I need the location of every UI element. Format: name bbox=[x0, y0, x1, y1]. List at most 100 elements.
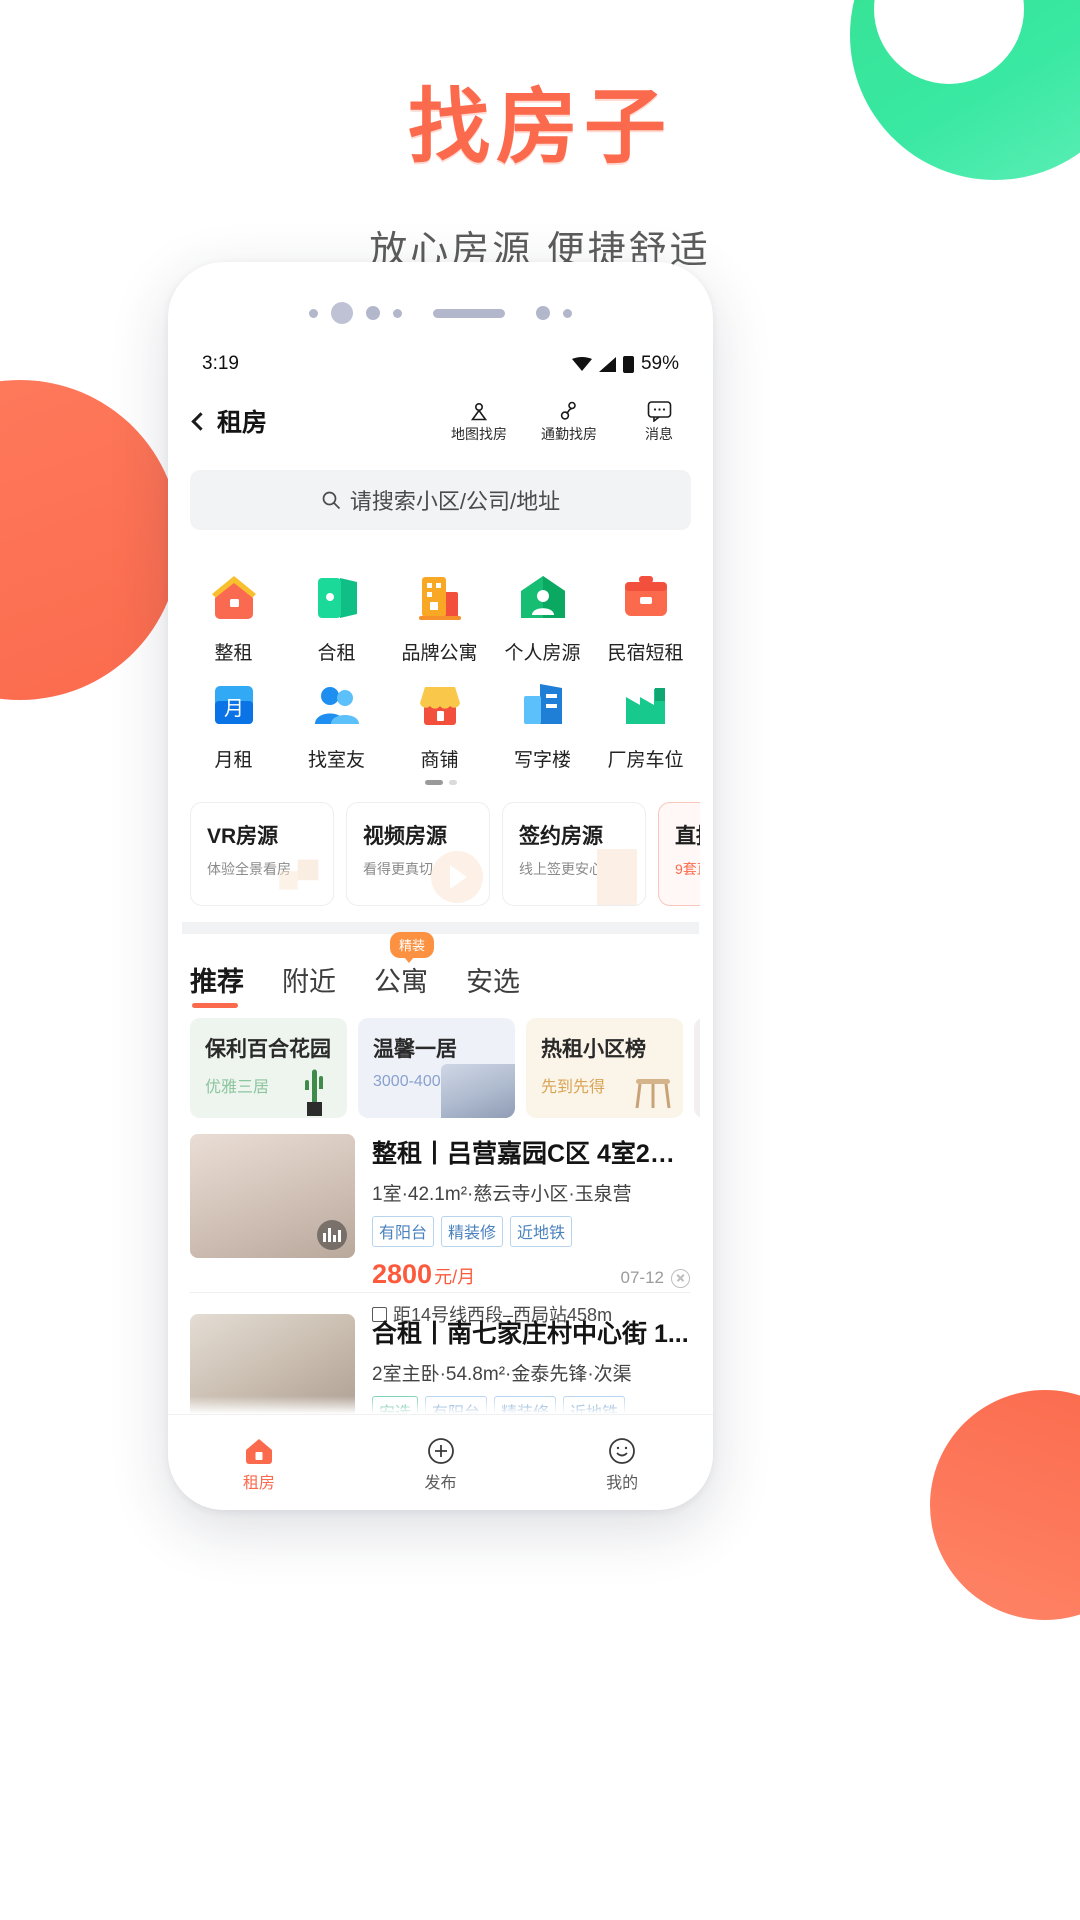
feature-card-live[interactable]: 直播房源 9套直播中 bbox=[658, 802, 700, 906]
play-decoration-icon bbox=[431, 851, 483, 903]
tabbar-item-rent[interactable]: 租房 bbox=[168, 1433, 350, 1493]
svg-text:月: 月 bbox=[224, 696, 244, 720]
search-input[interactable]: 请搜索小区/公司/地址 bbox=[190, 470, 691, 530]
promo-card-hot[interactable]: 热租小区榜 先到先得 bbox=[526, 1018, 683, 1118]
tab-nearby[interactable]: 附近 bbox=[282, 948, 336, 999]
grid-pager[interactable] bbox=[168, 772, 713, 790]
nav-action-message[interactable]: 消息 bbox=[627, 398, 691, 444]
video-bars-icon bbox=[317, 1220, 347, 1250]
back-button[interactable]: 租房 bbox=[190, 403, 267, 439]
notch-dot bbox=[393, 308, 402, 318]
listing-separator bbox=[190, 1292, 690, 1293]
category-label: 品牌公寓 bbox=[401, 643, 478, 664]
category-roommate[interactable]: 找室友 bbox=[285, 665, 388, 772]
tabbar-label: 租房 bbox=[242, 1474, 275, 1492]
hero-section: 找房子 放心房源 便捷舒适 bbox=[0, 60, 1080, 274]
listing-price-unit: 元/月 bbox=[434, 1267, 476, 1287]
promo-card-baoli[interactable]: 保利百合花园 优雅三居 bbox=[190, 1018, 347, 1118]
apartment-icon bbox=[412, 570, 468, 626]
map-pin-icon bbox=[447, 398, 511, 424]
contract-decoration-icon bbox=[597, 849, 637, 905]
section-divider bbox=[182, 922, 699, 934]
roommates-icon bbox=[309, 677, 365, 733]
cactus-illustration bbox=[305, 1069, 323, 1116]
nav-action-label: 通勤找房 bbox=[541, 426, 597, 442]
status-icons: 59% bbox=[571, 353, 679, 375]
tabbar-label: 发布 bbox=[424, 1474, 457, 1492]
feature-card-video[interactable]: 视频房源 看得更真切 bbox=[346, 802, 490, 906]
tab-label: 安选 bbox=[466, 967, 520, 997]
category-grid: 整租 合租 品牌公寓 个人房源 民宿短租 月 月租 找室友 商铺 写字楼 厂房车… bbox=[182, 558, 699, 772]
message-icon bbox=[627, 398, 691, 424]
status-bar: 3:19 59% bbox=[168, 342, 713, 386]
bottom-tab-bar: 租房 发布 我的 bbox=[168, 1414, 713, 1510]
close-icon[interactable] bbox=[671, 1268, 690, 1288]
promo-title: 温馨一居 bbox=[373, 1038, 457, 1061]
notch-dot bbox=[331, 302, 353, 324]
category-personal-listing[interactable]: 个人房源 bbox=[491, 558, 594, 665]
tab-recommend[interactable]: 推荐 bbox=[190, 948, 244, 1008]
nav-actions: 地图找房 通勤找房 消息 bbox=[447, 398, 691, 444]
tabbar-item-mine[interactable]: 我的 bbox=[531, 1433, 713, 1493]
feature-title: 视频房源 bbox=[363, 825, 447, 848]
feature-title: VR房源 bbox=[207, 825, 279, 848]
tab-apartment[interactable]: 精装 公寓 bbox=[374, 932, 435, 999]
listing-meta: 1室·42.1m²·慈云寺小区·玉泉营 bbox=[372, 1184, 632, 1205]
share-book-icon bbox=[309, 570, 365, 626]
feature-title: 签约房源 bbox=[519, 825, 603, 848]
listing-price: 2800 bbox=[372, 1259, 433, 1289]
commute-icon bbox=[537, 398, 601, 424]
person-house-icon bbox=[515, 570, 571, 626]
category-short-rent[interactable]: 民宿短租 bbox=[594, 558, 697, 665]
category-label: 整租 bbox=[214, 643, 253, 664]
nav-action-label: 地图找房 bbox=[451, 426, 507, 442]
category-zhengzu[interactable]: 整租 bbox=[182, 558, 285, 665]
suitcase-icon bbox=[618, 570, 674, 626]
nav-action-map[interactable]: 地图找房 bbox=[447, 398, 511, 444]
shop-icon bbox=[412, 677, 468, 733]
category-label: 厂房车位 bbox=[607, 750, 684, 771]
category-label: 合租 bbox=[317, 643, 356, 664]
decorative-left-blob bbox=[0, 380, 180, 700]
category-monthly[interactable]: 月 月租 bbox=[182, 665, 285, 772]
factory-icon bbox=[618, 677, 674, 733]
app-nav-bar: 租房 地图找房 通勤找房 消息 bbox=[168, 392, 713, 450]
content-fade bbox=[168, 1396, 713, 1414]
smiley-icon bbox=[531, 1433, 713, 1469]
phone-mockup: 3:19 59% 租房 地图找房 通勤找房 消息 请搜索小区/公司/地址 整租 … bbox=[168, 262, 713, 1510]
feature-card-contract[interactable]: 签约房源 线上签更安心 bbox=[502, 802, 646, 906]
tabbar-item-publish[interactable]: 发布 bbox=[350, 1433, 532, 1493]
listing-tags: 有阳台 精装修 近地铁 bbox=[372, 1216, 690, 1247]
category-office[interactable]: 写字楼 bbox=[491, 665, 594, 772]
search-placeholder: 请搜索小区/公司/地址 bbox=[349, 489, 561, 514]
tab-anxuan[interactable]: 安选 bbox=[466, 948, 520, 999]
nav-action-commute[interactable]: 通勤找房 bbox=[537, 398, 601, 444]
listing-title: 整租丨吕营嘉园C区 4室2厅... bbox=[372, 1140, 690, 1168]
screenshot-root: 找房子 放心房源 便捷舒适 3:19 59% 租房 地图找房 通勤找房 消息 请… bbox=[0, 0, 1080, 1920]
house-icon bbox=[206, 570, 262, 626]
listing-tag: 有阳台 bbox=[372, 1216, 435, 1247]
listing-tag: 近地铁 bbox=[510, 1216, 573, 1247]
feature-card-row: VR房源 体验全景看房 视频房源 看得更真切 签约房源 线上签更安心 直播房源 bbox=[190, 802, 700, 906]
pager-dot-active bbox=[424, 780, 443, 785]
search-icon bbox=[322, 491, 340, 510]
category-shop[interactable]: 商铺 bbox=[388, 665, 491, 772]
feature-subtitle: 9套直播中 bbox=[675, 861, 700, 877]
category-hezu[interactable]: 合租 bbox=[285, 558, 388, 665]
category-brand-apartment[interactable]: 品牌公寓 bbox=[388, 558, 491, 665]
category-label: 写字楼 bbox=[513, 750, 571, 771]
wifi-icon bbox=[571, 357, 592, 371]
promo-row: 保利百合花园 优雅三居 温馨一居 3000-4000 热租小区榜 先到先得 bbox=[190, 1018, 700, 1118]
status-time: 3:19 bbox=[202, 353, 239, 374]
category-label: 民宿短租 bbox=[607, 643, 684, 664]
promo-card-cozy[interactable]: 温馨一居 3000-4000 bbox=[358, 1018, 515, 1118]
notch-dot bbox=[309, 308, 318, 318]
category-label: 个人房源 bbox=[504, 643, 581, 664]
promo-card-next[interactable] bbox=[694, 1018, 700, 1118]
page-title: 租房 bbox=[217, 409, 268, 437]
promo-title: 保利百合花园 bbox=[205, 1038, 331, 1061]
category-factory[interactable]: 厂房车位 bbox=[594, 665, 697, 772]
calendar-month-icon: 月 bbox=[206, 677, 262, 733]
feature-card-vr[interactable]: VR房源 体验全景看房 bbox=[190, 802, 334, 906]
listing-card-1[interactable]: 整租丨吕营嘉园C区 4室2厅... 1室·42.1m²·慈云寺小区·玉泉营 有阳… bbox=[190, 1134, 690, 1327]
